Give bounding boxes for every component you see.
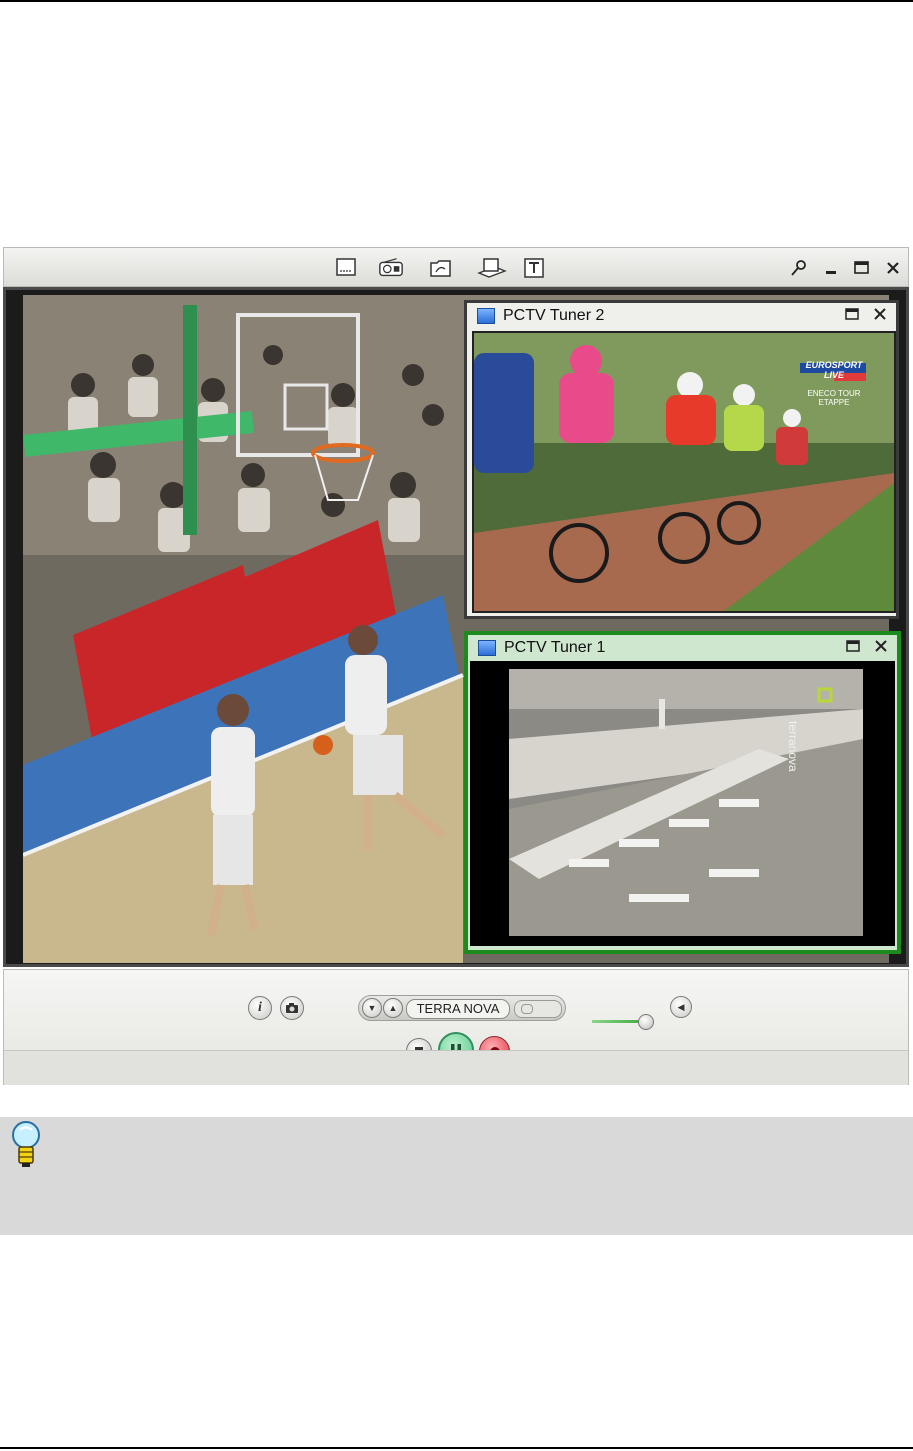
lightbulb-icon bbox=[8, 1119, 44, 1169]
channel-up-icon[interactable]: ▲ bbox=[383, 998, 403, 1018]
pip-video-airport: terranova bbox=[470, 661, 895, 946]
playback-folder-icon[interactable] bbox=[428, 256, 454, 280]
snapshot-camera-icon[interactable] bbox=[280, 996, 304, 1020]
page-top-rule bbox=[0, 0, 913, 2]
channel-overlay-subtitle: ENECO TOUR ETAPPE bbox=[807, 389, 861, 407]
maximize-icon[interactable] bbox=[851, 257, 873, 279]
close-icon[interactable] bbox=[872, 306, 888, 327]
maximize-icon[interactable] bbox=[845, 638, 861, 659]
control-panel: i ▼ ▲ TERRA NOVA ◀ bbox=[3, 969, 909, 1085]
pip-titlebar[interactable]: PCTV Tuner 2 bbox=[467, 303, 896, 329]
page-bottom-rule bbox=[0, 1447, 913, 1449]
top-toolbar bbox=[3, 247, 909, 287]
maximize-icon[interactable] bbox=[844, 306, 860, 327]
channel-name-display[interactable]: TERRA NOVA bbox=[406, 999, 510, 1019]
radio-mode-icon[interactable] bbox=[378, 256, 404, 280]
pip-title: PCTV Tuner 1 bbox=[504, 639, 606, 656]
volume-slider-knob[interactable] bbox=[638, 1014, 655, 1030]
teletext-icon[interactable] bbox=[521, 256, 547, 280]
pip-title: PCTV Tuner 2 bbox=[503, 307, 605, 324]
channel-down-icon[interactable]: ▼ bbox=[362, 998, 382, 1018]
pip-window-tuner-2[interactable]: PCTV Tuner 2 EUROSPORT LIVE ENECO TOUR E… bbox=[464, 300, 899, 619]
tv-mode-icon[interactable] bbox=[333, 256, 359, 280]
pip-window-tuner-1[interactable]: PCTV Tuner 1 terranova bbox=[464, 631, 901, 954]
tip-box bbox=[0, 1117, 913, 1235]
pctv-logo-icon bbox=[478, 640, 496, 656]
pip-titlebar[interactable]: PCTV Tuner 1 bbox=[468, 635, 897, 661]
info-icon[interactable]: i bbox=[248, 996, 272, 1020]
tv-application-window: PCTV Tuner 2 EUROSPORT LIVE ENECO TOUR E… bbox=[3, 247, 909, 1085]
minimize-icon[interactable] bbox=[820, 257, 842, 279]
channel-overlay-terranova: terranova bbox=[786, 721, 800, 772]
channel-selector: ▼ ▲ TERRA NOVA bbox=[358, 995, 566, 1021]
mode-toggle[interactable] bbox=[514, 1000, 562, 1018]
close-icon[interactable] bbox=[873, 638, 889, 659]
mute-speaker-icon[interactable]: ◀ bbox=[670, 996, 692, 1018]
pip-video-cycling: EUROSPORT LIVE ENECO TOUR ETAPPE bbox=[472, 331, 896, 613]
close-icon[interactable] bbox=[882, 257, 904, 279]
epg-icon[interactable] bbox=[474, 256, 510, 280]
panel-lower-strip bbox=[4, 1050, 908, 1085]
pctv-logo-icon bbox=[477, 308, 495, 324]
pin-icon[interactable] bbox=[788, 257, 810, 279]
video-frame: PCTV Tuner 2 EUROSPORT LIVE ENECO TOUR E… bbox=[3, 287, 909, 967]
channel-overlay-eurosport: EUROSPORT LIVE bbox=[805, 360, 863, 380]
